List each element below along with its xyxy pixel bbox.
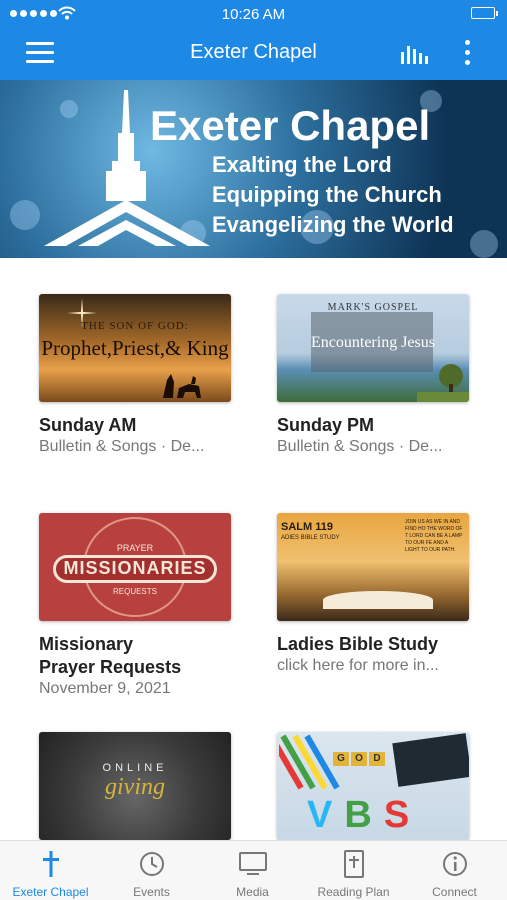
thumb-text: REQUESTS bbox=[112, 587, 157, 596]
tab-label: Connect bbox=[432, 885, 477, 899]
letter-tile: D bbox=[369, 752, 385, 766]
thumb-text: SALM 119 bbox=[281, 521, 333, 533]
more-options-icon[interactable] bbox=[465, 40, 471, 68]
bible-icon bbox=[344, 850, 364, 878]
tab-media[interactable]: Media bbox=[202, 841, 303, 900]
thumb-text: ONLINE bbox=[102, 762, 168, 774]
tab-events[interactable]: Events bbox=[101, 841, 202, 900]
book-graphic bbox=[392, 733, 469, 787]
thumb-text: JOIN US AS WE IN AND FIND HO THE WORD OF… bbox=[405, 519, 463, 553]
travelers-silhouette bbox=[163, 374, 201, 398]
header-title: Exeter Chapel bbox=[190, 41, 317, 63]
banner-tagline-1: Exalting the Lord bbox=[212, 152, 392, 177]
letter: B bbox=[344, 794, 372, 836]
card-thumbnail[interactable]: MARK'S GOSPEL Encountering Jesus bbox=[277, 294, 469, 402]
card-subtitle: Bulletin & Songs · De... bbox=[39, 438, 205, 455]
tab-label: Media bbox=[236, 885, 269, 899]
card-vbs[interactable]: G O D V B S bbox=[277, 732, 469, 840]
thumb-text: MISSIONARIES bbox=[63, 558, 207, 578]
status-bar: 10:26 AM bbox=[0, 0, 507, 28]
tab-connect[interactable]: Connect bbox=[404, 841, 505, 900]
tab-reading-plan[interactable]: Reading Plan bbox=[303, 841, 404, 900]
letter: S bbox=[383, 794, 410, 836]
card-sunday-am[interactable]: THE SON OF GOD: Prophet,Priest,& King Su… bbox=[39, 294, 231, 456]
tree-silhouette bbox=[417, 364, 469, 402]
thumb-text: Prophet,Priest,& King bbox=[41, 336, 229, 360]
thumb-text: THE SON OF GOD: bbox=[81, 320, 189, 332]
bottom-tab-bar: Exeter Chapel Events Media Reading Plan bbox=[0, 840, 507, 900]
cross-icon bbox=[43, 851, 59, 877]
card-title[interactable]: Sunday PM bbox=[277, 414, 469, 437]
thumb-text: PRAYER bbox=[116, 543, 154, 553]
card-missionary-prayer[interactable]: PRAYER MISSIONARIES REQUESTS Missionary … bbox=[39, 513, 231, 698]
card-thumbnail[interactable]: THE SON OF GOD: Prophet,Priest,& King bbox=[39, 294, 231, 402]
vbs-letters: V B S bbox=[307, 794, 409, 837]
open-bible-graphic bbox=[323, 591, 433, 609]
letter-tile: G bbox=[333, 752, 349, 766]
card-thumbnail[interactable]: G O D V B S bbox=[277, 732, 469, 840]
card-sunday-pm[interactable]: MARK'S GOSPEL Encountering Jesus Sunday … bbox=[277, 294, 469, 456]
thumb-text: ADIES BIBLE STUDY bbox=[281, 535, 340, 541]
banner-tagline-2: Equipping the Church bbox=[212, 182, 442, 207]
god-letters: G O D bbox=[333, 752, 385, 766]
tab-exeter-chapel[interactable]: Exeter Chapel bbox=[0, 841, 101, 900]
tab-label: Events bbox=[133, 885, 170, 899]
monitor-icon bbox=[239, 852, 267, 875]
thumb-text: giving bbox=[105, 774, 165, 800]
info-icon bbox=[443, 852, 467, 876]
card-subtitle: Bulletin & Songs · De... bbox=[277, 438, 443, 455]
card-online-giving[interactable]: ONLINE giving bbox=[39, 732, 231, 840]
audio-bars-icon[interactable] bbox=[398, 42, 430, 66]
card-title-line: Prayer Requests bbox=[39, 657, 182, 677]
card-title-line: Missionary bbox=[39, 634, 134, 654]
app-screen: 10:26 AM Exeter Chapel Exeter Chapel Exa… bbox=[0, 0, 507, 900]
tab-label: Reading Plan bbox=[317, 885, 390, 899]
status-time: 10:26 AM bbox=[221, 6, 286, 23]
card-title[interactable]: Ladies Bible Study bbox=[277, 633, 469, 656]
letter-tile: O bbox=[351, 752, 367, 766]
hero-banner: Exeter Chapel Exalting the Lord Equippin… bbox=[0, 80, 507, 258]
banner-tagline-3: Evangelizing the World bbox=[212, 212, 454, 237]
card-thumbnail[interactable]: ONLINE giving bbox=[39, 732, 231, 840]
card-thumbnail[interactable]: PRAYER MISSIONARIES REQUESTS bbox=[39, 513, 231, 621]
card-thumbnail[interactable]: SALM 119 ADIES BIBLE STUDY JOIN US AS WE… bbox=[277, 513, 469, 621]
card-title[interactable]: Sunday AM bbox=[39, 414, 231, 437]
tab-label: Exeter Chapel bbox=[12, 885, 89, 899]
battery-icon bbox=[471, 7, 498, 19]
card-subtitle: click here for more in... bbox=[277, 657, 439, 674]
thumb-text: Encountering Jesus bbox=[311, 334, 435, 351]
banner-title: Exeter Chapel bbox=[150, 102, 431, 149]
card-ladies-bible-study[interactable]: SALM 119 ADIES BIBLE STUDY JOIN US AS WE… bbox=[277, 513, 469, 675]
clock-icon bbox=[140, 852, 164, 876]
app-header: Exeter Chapel bbox=[0, 28, 507, 80]
card-title[interactable]: Missionary Prayer Requests bbox=[39, 633, 231, 679]
letter: V bbox=[307, 794, 333, 836]
card-subtitle: November 9, 2021 bbox=[39, 680, 171, 697]
